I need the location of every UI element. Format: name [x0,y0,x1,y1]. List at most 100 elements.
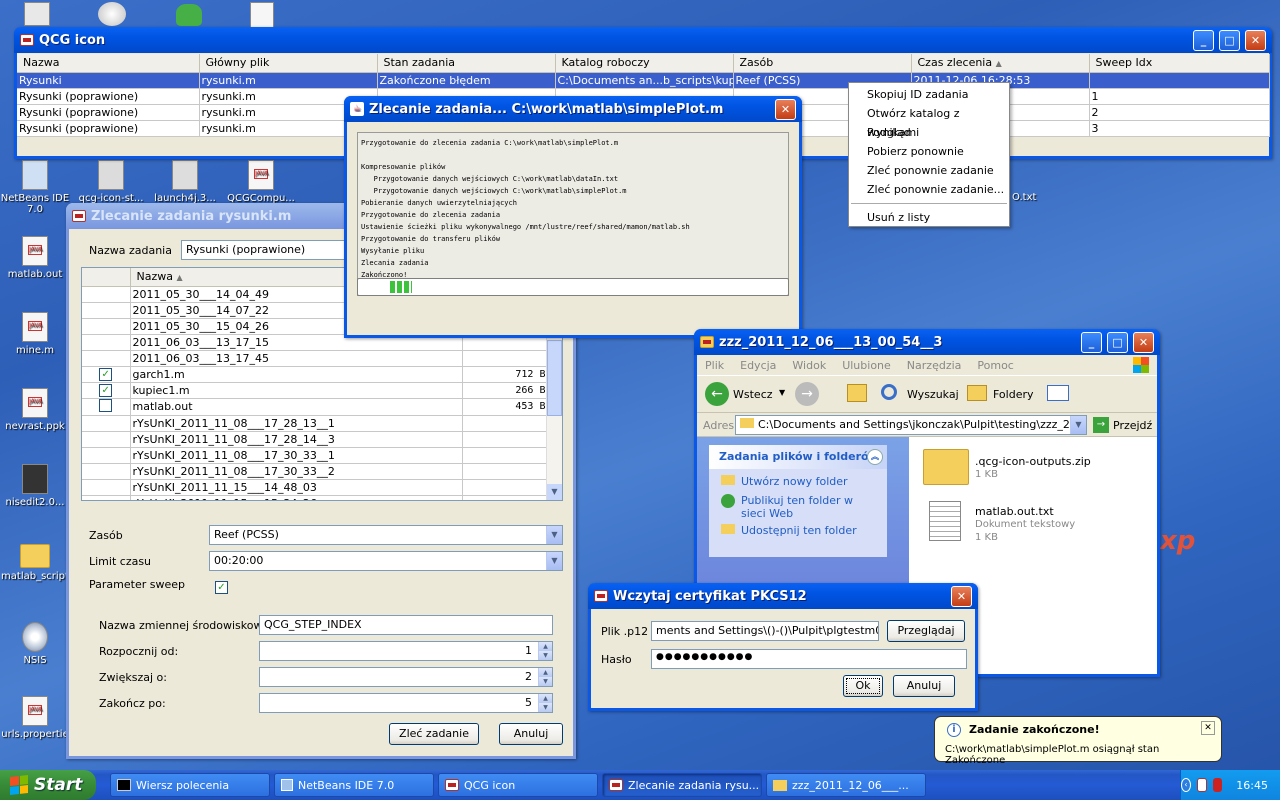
spin-down-icon[interactable]: ▼ [539,651,552,660]
close-button[interactable]: ✕ [775,98,796,120]
spin-up-icon[interactable]: ▲ [539,694,552,703]
column-header[interactable]: Czas zlecenia ▲ [911,54,1090,73]
time-limit-select[interactable]: 00:20:00 ▼ [209,551,563,571]
desktop-icon-mine-m[interactable]: JAVA mine.m [0,312,70,356]
env-var-input[interactable]: QCG_STEP_INDEX [259,615,553,635]
taskbar-item-cmd[interactable]: Wiersz polecenia [110,773,270,797]
desktop-icon-nevrast[interactable]: JAVA nevrast.ppk [0,388,70,432]
certificate-dialog-titlebar[interactable]: Wczytaj certyfikat PKCS12 ✕ [588,583,978,609]
desktop-icon-launch4j[interactable]: launch4j.3... [150,160,220,204]
submit-task-button[interactable]: Zleć zadanie [389,723,479,745]
desktop-top-icon-1[interactable] [24,2,50,26]
cancel-button[interactable]: Anuluj [499,723,563,745]
task-link-publish[interactable]: Publikuj ten folder w sieci Web [709,488,887,520]
column-header[interactable]: Katalog roboczy [555,54,734,73]
balloon-close-icon[interactable]: ✕ [1201,721,1215,735]
spin-down-icon[interactable]: ▼ [539,703,552,712]
file-row[interactable]: rYsUnKI_2011_11_15___14_48_03 [82,479,549,496]
browse-button[interactable]: Przeglądaj [887,620,965,642]
menu-item-open-results[interactable]: Otwórz katalog z wynikami [849,104,1009,139]
address-input[interactable]: C:\Documents and Settings\jkonczak\Pulpi… [735,415,1087,435]
desktop-top-icon-3[interactable] [176,4,202,26]
table-row[interactable]: Rysunki rysunki.m Zakończone błędem C:\Docu… [17,72,1270,89]
close-button[interactable]: ✕ [1245,29,1266,51]
taskbar-item-explorer[interactable]: zzz_2011_12_06___... [766,773,926,797]
spin-down-icon[interactable]: ▼ [539,677,552,686]
start-button[interactable]: Start [0,770,96,800]
resource-select[interactable]: Reef (PCSS) ▼ [209,525,563,545]
column-header[interactable]: Stan zadania [377,54,556,73]
explorer-titlebar[interactable]: zzz_2011_12_06___13_00_54__3 _ □ ✕ [694,329,1160,355]
file-row[interactable]: ✓ kupiec1.m 266 B [82,382,549,399]
menu-item-remove[interactable]: Usuń z listy [849,208,1009,227]
chevron-down-icon[interactable]: ▼ [779,388,785,397]
close-button[interactable]: ✕ [1133,331,1154,353]
file-row[interactable]: rYsUnKI_2011_11_15___15_24_26 [82,495,549,500]
views-icon[interactable] [1047,385,1069,401]
file-checkbox[interactable]: ✓ [99,368,113,381]
desktop-top-icon-4[interactable] [250,2,274,28]
file-row[interactable]: ✓ garch1.m 712 B [82,366,549,383]
context-menu[interactable]: Skopiuj ID zadania Otwórz katalog z wyni… [848,82,1010,227]
column-header[interactable]: Sweep Idx [1089,54,1270,73]
menu-favorites[interactable]: Ulubione [842,359,891,372]
password-input[interactable]: ●●●●●●●●●●● [651,649,967,669]
menu-item-download-again[interactable]: Pobierz ponownie [849,142,1009,161]
search-button[interactable]: Wyszukaj [907,388,959,401]
file-row[interactable]: rYsUnKI_2011_11_08___17_30_33__2 [82,463,549,480]
chevron-down-icon[interactable]: ▼ [546,552,562,570]
tray-qcg-icon[interactable] [1197,778,1207,792]
chevron-down-icon[interactable]: ▼ [1070,416,1086,434]
taskbar-item-submit-dialog[interactable]: Zlecanie zadania rysu... [602,773,762,797]
increment-spinner[interactable]: 2 ▲ ▼ [259,667,553,687]
file-item[interactable]: matlab.out.txt Dokument tekstowy 1 KB [923,497,1143,547]
menu-view[interactable]: Widok [792,359,826,372]
cancel-button[interactable]: Anuluj [893,675,955,697]
folders-button[interactable]: Foldery [993,388,1034,401]
menu-item-resubmit-dialog[interactable]: Zleć ponownie zadanie... [849,180,1009,199]
desktop-icon-netbeans[interactable]: NetBeans IDE 7.0 [0,160,70,215]
file-row[interactable]: rYsUnKI_2011_11_08___17_30_33__1 [82,447,549,464]
file-row[interactable]: rYsUnKI_2011_11_08___17_28_13__1 [82,415,549,432]
file-row[interactable]: matlab.out 453 B [82,398,549,416]
column-header[interactable]: Nazwa [17,54,200,73]
scroll-thumb[interactable] [547,340,562,416]
minimize-button[interactable]: _ [1193,29,1214,51]
collapse-icon[interactable]: ︽ [867,449,883,465]
desktop-top-icon-2[interactable] [98,2,126,26]
folder-up-icon[interactable] [847,384,867,402]
desktop-icon-nisedit[interactable]: nisedit2.0... [0,464,70,508]
desktop-icon-qcg-icon-st[interactable]: qcg-icon-st... [76,160,146,204]
menu-item-resubmit[interactable]: Zleć ponownie zadanie [849,161,1009,180]
tray-shield-icon[interactable] [1212,778,1223,792]
column-header[interactable]: Zasób [733,54,912,73]
taskbar-item-qcg-icon[interactable]: QCG icon [438,773,598,797]
parameter-sweep-checkbox[interactable]: ✓ [215,581,228,594]
menu-item-preview[interactable]: Podgląd [849,123,1009,142]
column-header[interactable]: Główny plik [199,54,378,73]
task-link-new-folder[interactable]: Utwórz nowy folder [709,469,887,488]
menu-tools[interactable]: Narzędzia [907,359,962,372]
certificate-dialog[interactable]: Wczytaj certyfikat PKCS12 ✕ Plik .p12 me… [588,583,978,711]
tray-expand-icon[interactable]: ‹ [1181,778,1191,792]
task-pane-header[interactable]: Zadania plików i folderów ︽ [709,445,887,469]
menu-file[interactable]: Plik [705,359,724,372]
forward-arrow-icon[interactable]: → [795,382,819,406]
ok-button[interactable]: Ok [843,675,883,697]
menu-help[interactable]: Pomoc [977,359,1013,372]
back-button[interactable]: Wstecz [733,388,773,401]
spin-up-icon[interactable]: ▲ [539,668,552,677]
progress-dialog-titlebar[interactable]: ☕ Zlecanie zadania... C:\work\matlab\sim… [344,96,802,122]
notification-balloon[interactable]: i Zadanie zakończone! ✕ C:\work\matlab\s… [934,716,1222,766]
taskbar-item-netbeans[interactable]: NetBeans IDE 7.0 [274,773,434,797]
desktop-icon-matlab-script[interactable]: matlab_script [0,544,70,582]
back-arrow-icon[interactable]: ← [705,382,729,406]
maximize-button[interactable]: □ [1107,331,1128,353]
chevron-down-icon[interactable]: ▼ [546,526,562,544]
spin-up-icon[interactable]: ▲ [539,642,552,651]
go-button[interactable]: Przejdź [1113,419,1152,432]
submit-progress-dialog[interactable]: ☕ Zlecanie zadania... C:\work\matlab\sim… [344,96,802,338]
menu-item-copy-id[interactable]: Skopiuj ID zadania [849,85,1009,104]
desktop-icon-qcgcompu[interactable]: JAVA QCGCompu... [226,160,296,204]
desktop-icon-matlab-out[interactable]: JAVA matlab.out [0,236,70,280]
